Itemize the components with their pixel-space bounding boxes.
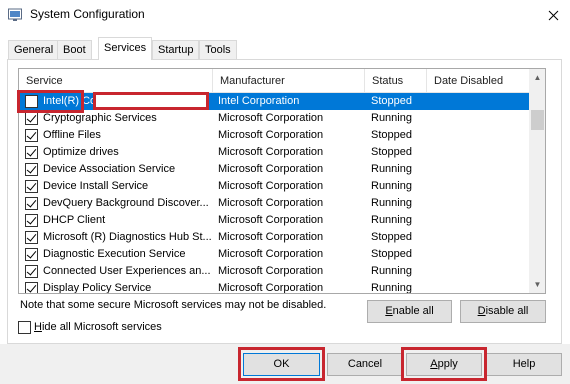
table-row[interactable]: Device Install Service Microsoft Corporat… [19,178,529,195]
cell-manufacturer: Microsoft Corporation [218,129,324,141]
title-bar: System Configuration [0,0,570,30]
table-row[interactable]: Optimize drives Microsoft Corporation Stop… [19,144,529,161]
tab-label: General [14,44,54,56]
tab-label: Startup [158,44,194,56]
cell-status: Stopped [371,248,412,260]
cell-status: Stopped [371,231,412,243]
redaction-box [96,94,206,108]
cell-service: Connected User Experiences an... [43,265,211,277]
table-row[interactable]: Cryptographic Services Microsoft Corporat… [19,110,529,127]
cell-manufacturer: Microsoft Corporation [218,282,324,294]
cancel-button[interactable]: Cancel [327,353,403,376]
cell-service: Diagnostic Execution Service [43,248,186,260]
apply-button[interactable]: Apply [406,353,482,376]
cell-manufacturer: Intel Corporation [218,95,300,107]
scroll-thumb[interactable] [531,110,544,130]
vertical-scrollbar[interactable]: ▲ ▼ [529,69,545,293]
cell-manufacturer: Microsoft Corporation [218,231,324,243]
cell-status: Running [371,265,412,277]
table-row[interactable]: Connected User Experiences an... Microsof… [19,263,529,280]
system-config-icon [8,8,22,21]
cell-service: DHCP Client [43,214,106,226]
service-checkbox[interactable] [25,146,38,159]
cell-service: Display Policy Service [43,282,152,294]
help-button[interactable]: Help [486,353,562,376]
hide-microsoft-services-checkbox[interactable] [18,321,31,334]
tab-label: Tools [205,44,231,56]
cell-manufacturer: Microsoft Corporation [218,180,324,192]
cell-service: Optimize drives [43,146,119,158]
service-checkbox[interactable] [25,129,38,142]
cell-manufacturer: Microsoft Corporation [218,214,324,226]
cell-manufacturer: Microsoft Corporation [218,112,324,124]
table-row[interactable]: Device Association Service Microsoft Corp… [19,161,529,178]
cell-status: Stopped [371,146,412,158]
window-title: System Configuration [30,7,145,21]
column-header-manufacturer[interactable]: Manufacturer [213,69,365,93]
cell-status: Running [371,163,412,175]
cell-service: Offline Files [43,129,101,141]
cell-manufacturer: Microsoft Corporation [218,163,324,175]
hide-microsoft-services-label[interactable]: Hide all Microsoft services [34,321,162,333]
service-checkbox[interactable] [25,95,38,108]
cell-service: Microsoft (R) Diagnostics Hub St... [43,231,211,243]
table-row[interactable]: Offline Files Microsoft Corporation Stoppe… [19,127,529,144]
tab-boot[interactable]: Boot [57,40,92,59]
table-row[interactable]: Diagnostic Execution Service Microsoft Co… [19,246,529,263]
tab-general[interactable]: General [8,40,60,59]
enable-all-button[interactable]: Enable all [367,300,452,323]
tab-startup[interactable]: Startup [152,40,200,59]
service-checkbox[interactable] [25,180,38,193]
service-checkbox[interactable] [25,163,38,176]
cell-status: Running [371,197,412,209]
table-row[interactable]: DevQuery Background Discover... Microsoft… [19,195,529,212]
cell-service: Device Install Service [43,180,149,192]
service-checkbox[interactable] [25,248,38,261]
tab-label: Boot [63,44,86,56]
table-row[interactable]: DHCP Client Microsoft Corporation Running [19,212,529,229]
cell-service: Cryptographic Services [43,112,157,124]
service-checkbox[interactable] [25,231,38,244]
close-icon [548,10,558,20]
cell-status: Stopped [371,95,412,107]
ok-button[interactable]: OK [243,353,320,376]
tab-services[interactable]: Services [98,37,153,60]
table-row[interactable]: Microsoft (R) Diagnostics Hub St... Micro… [19,229,529,246]
cell-manufacturer: Microsoft Corporation [218,146,324,158]
cell-status: Running [371,282,412,294]
tab-tools[interactable]: Tools [199,40,237,59]
service-checkbox[interactable] [25,197,38,210]
column-header-date-disabled[interactable]: Date Disabled [427,69,529,93]
cell-status: Running [371,214,412,226]
cell-status: Stopped [371,129,412,141]
service-checkbox[interactable] [25,282,38,293]
service-checkbox[interactable] [25,214,38,227]
services-note: Note that some secure Microsoft services… [20,299,327,311]
cell-status: Running [371,180,412,192]
disable-all-button[interactable]: Disable all [460,300,546,323]
scroll-down-icon[interactable]: ▼ [529,276,545,293]
service-checkbox[interactable] [25,265,38,278]
scroll-up-icon[interactable]: ▲ [529,69,545,86]
cell-service: DevQuery Background Discover... [43,197,209,209]
cell-manufacturer: Microsoft Corporation [218,265,324,277]
table-row[interactable]: Display Policy Service Microsoft Corporat… [19,280,529,294]
cell-status: Running [371,112,412,124]
service-checkbox[interactable] [25,112,38,125]
close-button[interactable] [540,3,566,27]
column-header-status[interactable]: Status [365,69,427,93]
cell-manufacturer: Microsoft Corporation [218,197,324,209]
list-header: Service Manufacturer Status Date Disable… [19,69,529,93]
cell-manufacturer: Microsoft Corporation [218,248,324,260]
column-header-service[interactable]: Service [19,69,213,93]
tab-label: Services [104,42,147,54]
cell-service: Device Association Service [43,163,176,175]
